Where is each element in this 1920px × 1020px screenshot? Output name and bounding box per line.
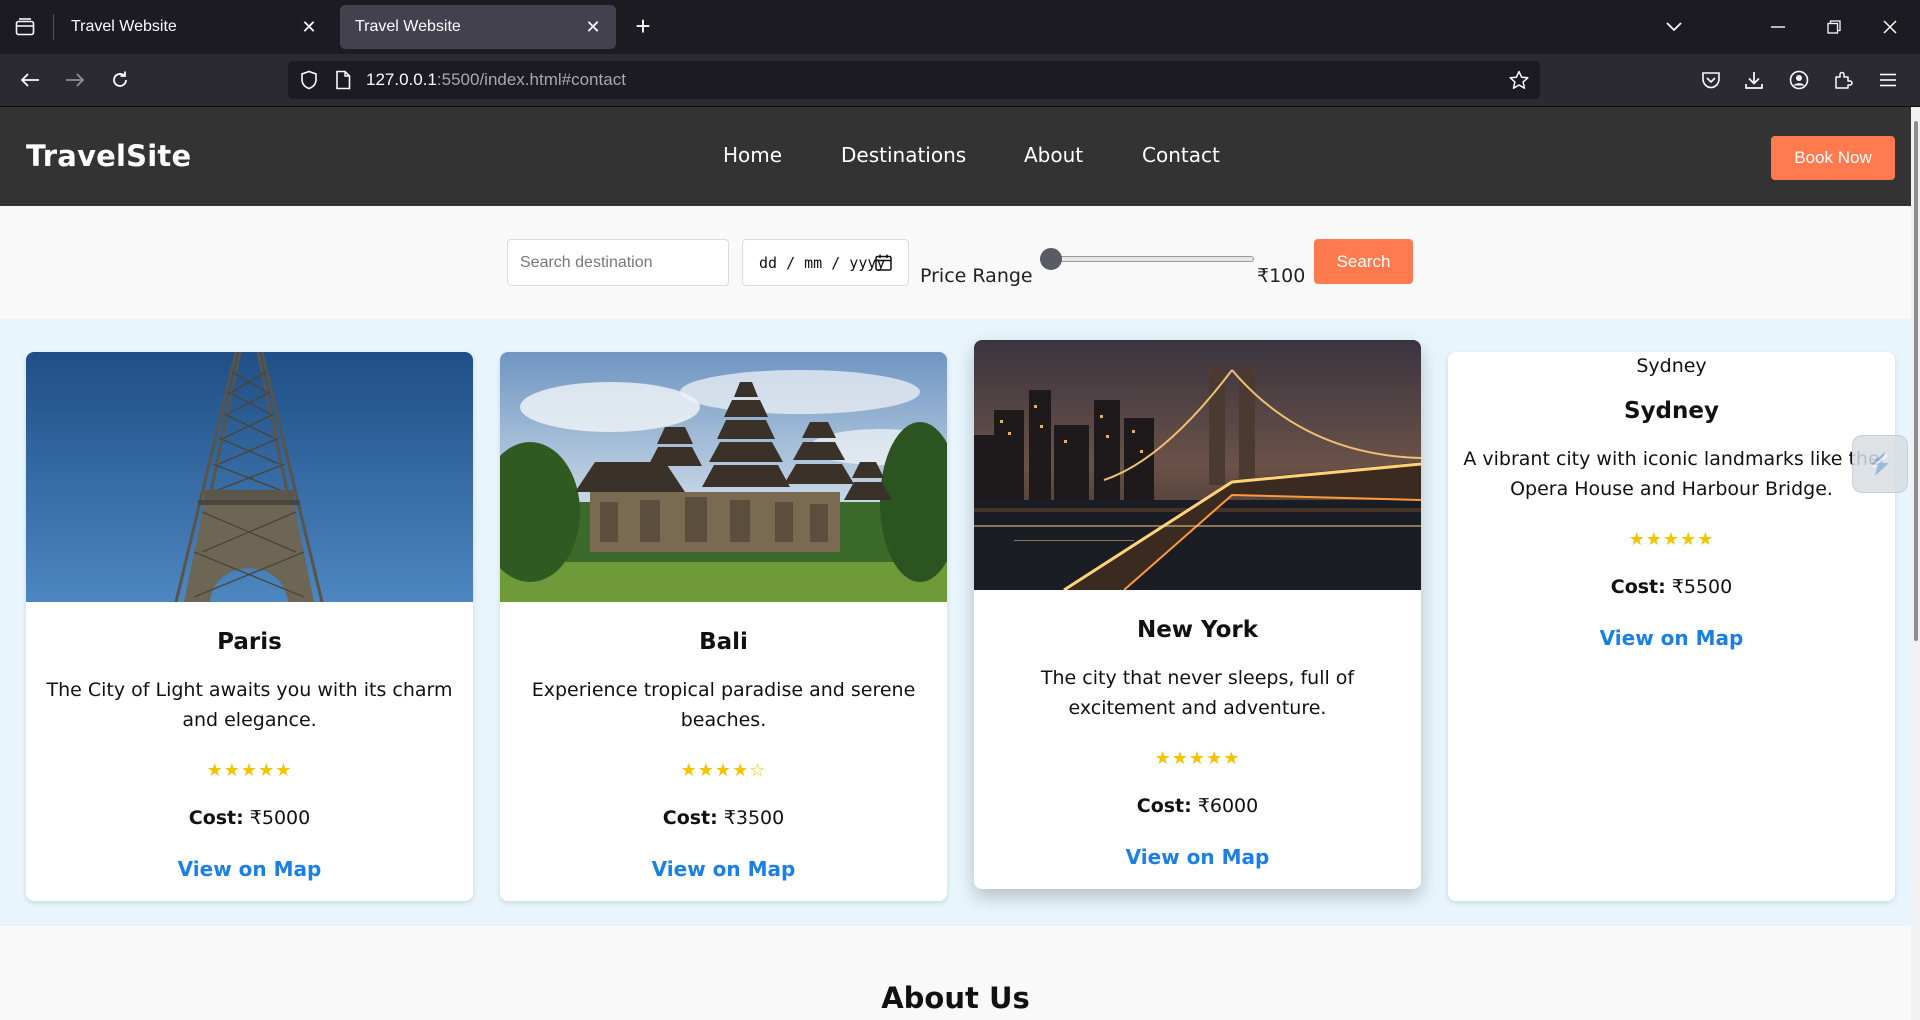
browser-tab-active[interactable]: Travel Website ✕: [340, 5, 616, 49]
cost-label: Cost:: [1136, 795, 1192, 817]
restore-icon[interactable]: [1816, 10, 1852, 44]
tab-list-icon[interactable]: [8, 11, 42, 43]
menu-icon[interactable]: [1871, 63, 1905, 97]
site-logo[interactable]: TravelSite: [26, 139, 191, 173]
rating-stars: ★★★★★: [206, 760, 293, 781]
account-icon[interactable]: [1782, 63, 1816, 97]
view-on-map-link[interactable]: View on Map: [500, 857, 947, 881]
page-icon[interactable]: [330, 67, 356, 93]
downloads-icon[interactable]: [1737, 63, 1771, 97]
cost-value: ₹5000: [249, 807, 311, 829]
paris-image: [26, 352, 473, 602]
bali-image: [500, 352, 947, 602]
browser-nav-bar: 127.0.0.1:5500/index.html#contact: [0, 54, 1920, 106]
scrollbar-thumb[interactable]: [1914, 121, 1918, 641]
floating-extension-icon[interactable]: [1852, 435, 1908, 493]
price-range-value: ₹100: [1257, 265, 1306, 287]
reload-icon[interactable]: [103, 63, 137, 97]
card-description: The City of Light awaits you with its ch…: [46, 679, 453, 731]
card-cost: Cost: ₹5500: [1448, 576, 1895, 598]
page-scrollbar[interactable]: [1911, 107, 1920, 1020]
price-range-label: Price Range: [920, 265, 1033, 287]
cost-value: ₹5500: [1671, 576, 1733, 598]
card-title: New York: [1136, 617, 1259, 643]
view-on-map-link[interactable]: View on Map: [974, 845, 1421, 869]
list-all-tabs-icon[interactable]: [1656, 10, 1692, 44]
destinations-section: Paris The City of Light awaits you with …: [0, 319, 1911, 926]
new-york-image: [974, 340, 1421, 590]
cost-value: ₹3500: [723, 807, 785, 829]
card-cost: Cost: ₹3500: [500, 807, 947, 829]
card-title: Sydney: [1624, 398, 1719, 424]
price-range-thumb[interactable]: [1040, 248, 1062, 270]
close-tab-icon[interactable]: ✕: [582, 16, 604, 38]
card-cost: Cost: ₹5000: [26, 807, 473, 829]
pocket-icon[interactable]: [1694, 63, 1728, 97]
minimize-icon[interactable]: [1760, 10, 1796, 44]
close-window-icon[interactable]: [1872, 10, 1908, 44]
price-range-slider[interactable]: [1046, 256, 1254, 262]
card-description: The city that never sleeps, full of exci…: [1040, 667, 1355, 719]
shield-icon[interactable]: [296, 67, 322, 93]
search-button[interactable]: Search: [1314, 239, 1413, 284]
cost-label: Cost:: [1610, 576, 1666, 598]
cost-label: Cost:: [188, 807, 244, 829]
view-on-map-link[interactable]: View on Map: [26, 857, 473, 881]
page-viewport: TravelSite Home Destinations About Conta…: [0, 107, 1920, 1020]
destination-card-sydney: Sydney Sydney A vibrant city with iconic…: [1448, 352, 1895, 901]
close-tab-icon[interactable]: ✕: [298, 16, 320, 38]
card-description: Experience tropical paradise and serene …: [531, 679, 916, 731]
url-text[interactable]: 127.0.0.1:5500/index.html#contact: [366, 70, 626, 90]
card-title: Bali: [699, 629, 748, 655]
cost-value: ₹6000: [1197, 795, 1259, 817]
site-header: TravelSite Home Destinations About Conta…: [0, 107, 1911, 206]
extensions-icon[interactable]: [1826, 63, 1860, 97]
forward-icon[interactable]: [58, 63, 92, 97]
tab-title: Travel Website: [71, 18, 177, 35]
back-icon[interactable]: [13, 63, 47, 97]
cost-label: Cost:: [662, 807, 718, 829]
about-section: About Us: [0, 926, 1911, 1020]
browser-tab[interactable]: Travel Website ✕: [56, 5, 332, 49]
rating-stars: ★★★★★: [1628, 529, 1715, 550]
nav-link-contact[interactable]: Contact: [1142, 143, 1220, 167]
nav-link-home[interactable]: Home: [723, 143, 782, 167]
search-destination-input[interactable]: Search destination: [507, 239, 729, 286]
destination-card-new-york: New York The city that never sleeps, ful…: [974, 340, 1421, 889]
card-title: Paris: [217, 629, 282, 655]
new-tab-icon[interactable]: +: [628, 12, 658, 42]
url-path: :5500/index.html#contact: [436, 70, 626, 89]
nav-link-about[interactable]: About: [1024, 143, 1083, 167]
destination-card-bali: Bali Experience tropical paradise and se…: [500, 352, 947, 901]
book-now-button[interactable]: Book Now: [1771, 136, 1895, 180]
date-placeholder: dd / mm / yyyy: [759, 253, 886, 272]
search-bar: Search destination dd / mm / yyyy Price …: [0, 206, 1911, 319]
bookmark-star-icon[interactable]: [1506, 67, 1532, 93]
destination-card-paris: Paris The City of Light awaits you with …: [26, 352, 473, 901]
calendar-icon[interactable]: [875, 254, 892, 275]
card-cost: Cost: ₹6000: [974, 795, 1421, 817]
rating-stars: ★★★★★: [1154, 748, 1241, 769]
browser-tab-bar: Travel Website ✕ Travel Website ✕ +: [0, 0, 1920, 54]
tab-title: Travel Website: [355, 18, 461, 35]
address-bar[interactable]: 127.0.0.1:5500/index.html#contact: [288, 61, 1540, 99]
card-description: A vibrant city with iconic landmarks lik…: [1463, 448, 1880, 500]
about-title: About Us: [881, 981, 1030, 1015]
rating-stars: ★★★★☆: [680, 760, 767, 781]
url-host: 127.0.0.1: [366, 70, 437, 89]
tab-separator: [53, 14, 54, 40]
broken-image-alt-text: Sydney: [1636, 355, 1707, 377]
nav-link-destinations[interactable]: Destinations: [841, 143, 966, 167]
view-on-map-link[interactable]: View on Map: [1448, 626, 1895, 650]
date-input[interactable]: dd / mm / yyyy: [742, 239, 909, 286]
